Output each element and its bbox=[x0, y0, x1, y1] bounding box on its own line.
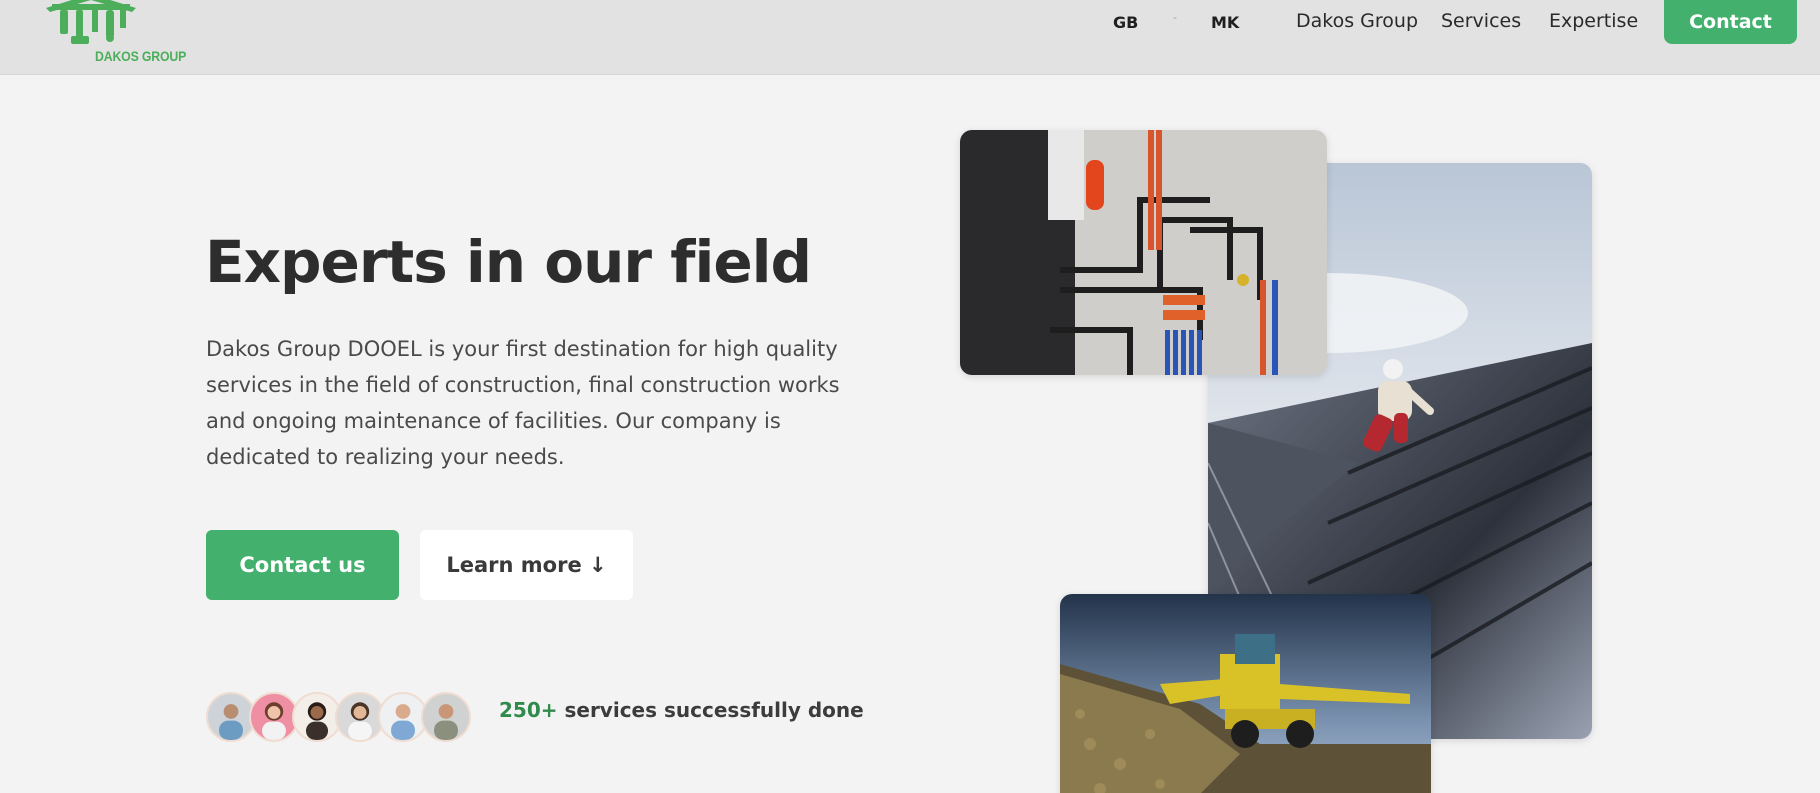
nav-dakos-group[interactable]: Dakos Group bbox=[1296, 10, 1418, 32]
customer-avatars bbox=[206, 692, 486, 742]
language-gb[interactable]: GB bbox=[1113, 13, 1138, 32]
stat-number: 250+ bbox=[499, 698, 558, 722]
language-mk[interactable]: MK bbox=[1211, 13, 1239, 32]
services-stat: 250+ services successfully done bbox=[499, 698, 864, 722]
contact-us-button[interactable]: Contact us bbox=[206, 530, 399, 600]
language-separator: - bbox=[1173, 11, 1177, 24]
nav-contact-button[interactable]: Contact bbox=[1664, 0, 1797, 44]
learn-more-button[interactable]: Learn more ↓ bbox=[420, 530, 633, 600]
stat-text: services successfully done bbox=[557, 698, 864, 722]
nav-expertise[interactable]: Expertise bbox=[1549, 10, 1638, 32]
nav-services[interactable]: Services bbox=[1441, 10, 1521, 32]
hero-description: Dakos Group DOOEL is your first destinat… bbox=[206, 337, 840, 469]
avatar bbox=[421, 692, 471, 742]
hero-title: Experts in our field bbox=[205, 228, 812, 296]
logo[interactable]: DAKOS GROUP bbox=[46, 0, 186, 70]
logo-text: DAKOS GROUP bbox=[95, 48, 187, 64]
site-header: DAKOS GROUP GB - MK Dakos Group Services… bbox=[0, 0, 1820, 75]
plumbing-manifold-photo bbox=[960, 130, 1327, 375]
house-tools-logo-icon bbox=[46, 0, 136, 44]
beet-harvester-photo bbox=[1060, 594, 1431, 793]
